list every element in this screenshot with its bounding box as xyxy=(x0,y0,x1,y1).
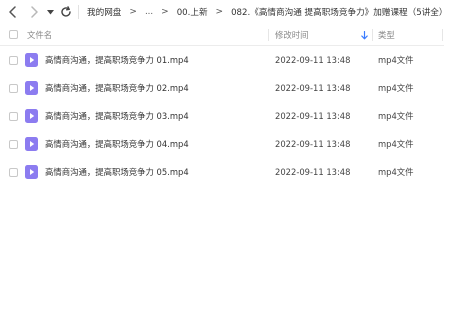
forward-button[interactable] xyxy=(26,2,42,22)
file-type: mp4文件 xyxy=(378,167,414,177)
breadcrumb-separator: > xyxy=(215,7,224,17)
file-name[interactable]: 高情商沟通，提高职场竞争力 05.mp4 xyxy=(45,158,189,186)
breadcrumb-separator: > xyxy=(129,7,137,17)
video-file-icon xyxy=(25,109,38,123)
arrow-down-icon[interactable] xyxy=(361,31,368,40)
file-type: mp4文件 xyxy=(378,55,414,65)
file-name[interactable]: 高情商沟通，提高职场竞争力 03.mp4 xyxy=(45,102,189,130)
breadcrumb-item-collapsed[interactable]: ... xyxy=(145,7,153,17)
row-checkbox[interactable] xyxy=(9,56,18,65)
column-header-type[interactable]: 类型 xyxy=(378,24,395,46)
back-button[interactable] xyxy=(5,2,21,22)
row-checkbox[interactable] xyxy=(9,84,18,93)
file-type: mp4文件 xyxy=(378,139,414,149)
breadcrumb-item-root[interactable]: 我的网盘 xyxy=(87,6,121,18)
history-dropdown-button[interactable] xyxy=(45,2,55,22)
file-modified: 2022-09-11 13:48 xyxy=(275,55,351,65)
table-row[interactable]: 高情商沟通，提高职场竞争力 02.mp4 2022-09-11 13:48 mp… xyxy=(0,74,449,102)
triangle-down-icon xyxy=(46,9,54,14)
file-modified: 2022-09-11 13:48 xyxy=(275,83,351,93)
video-file-icon xyxy=(25,165,38,179)
row-checkbox[interactable] xyxy=(9,140,18,149)
breadcrumb-item-current[interactable]: 082.《高情商沟通 提高职场竞争力》加赠课程（5讲全） xyxy=(231,6,447,18)
file-name[interactable]: 高情商沟通，提高职场竞争力 01.mp4 xyxy=(45,46,189,74)
breadcrumb: 我的网盘 > ... > 00.上新 > 082.《高情商沟通 提高职场竞争力》… xyxy=(87,2,449,22)
video-file-icon xyxy=(25,137,38,151)
column-header-name[interactable]: 文件名 xyxy=(27,24,52,46)
file-name[interactable]: 高情商沟通，提高职场竞争力 04.mp4 xyxy=(45,130,189,158)
column-header-modified[interactable]: 修改时间 xyxy=(275,24,309,46)
file-modified: 2022-09-11 13:48 xyxy=(275,167,351,177)
table-row[interactable]: 高情商沟通，提高职场竞争力 04.mp4 2022-09-11 13:48 mp… xyxy=(0,130,449,158)
toolbar: 我的网盘 > ... > 00.上新 > 082.《高情商沟通 提高职场竞争力》… xyxy=(0,0,449,24)
toolbar-divider xyxy=(78,5,79,19)
video-file-icon xyxy=(25,81,38,95)
file-type: mp4文件 xyxy=(378,83,414,93)
refresh-icon xyxy=(61,6,71,17)
file-modified: 2022-09-11 13:48 xyxy=(275,111,351,121)
file-modified: 2022-09-11 13:48 xyxy=(275,139,351,149)
breadcrumb-item-folder[interactable]: 00.上新 xyxy=(177,6,208,18)
row-checkbox[interactable] xyxy=(9,112,18,121)
breadcrumb-separator: > xyxy=(161,7,169,17)
list-edge xyxy=(444,24,449,310)
table-row[interactable]: 高情商沟通，提高职场竞争力 05.mp4 2022-09-11 13:48 mp… xyxy=(0,158,449,186)
file-name[interactable]: 高情商沟通，提高职场竞争力 02.mp4 xyxy=(45,74,189,102)
column-divider[interactable] xyxy=(372,29,373,41)
video-file-icon xyxy=(25,53,38,67)
table-row[interactable]: 高情商沟通，提高职场竞争力 03.mp4 2022-09-11 13:48 mp… xyxy=(0,102,449,130)
chevron-left-icon xyxy=(9,6,16,18)
chevron-right-icon xyxy=(31,6,38,18)
file-list: 高情商沟通，提高职场竞争力 01.mp4 2022-09-11 13:48 mp… xyxy=(0,46,449,186)
column-divider[interactable] xyxy=(268,29,269,41)
select-all-checkbox[interactable] xyxy=(9,30,18,39)
file-list-header: 文件名 修改时间 类型 xyxy=(0,24,449,46)
refresh-button[interactable] xyxy=(58,2,74,22)
file-type: mp4文件 xyxy=(378,111,414,121)
column-divider[interactable] xyxy=(442,29,443,41)
row-checkbox[interactable] xyxy=(9,168,18,177)
table-row[interactable]: 高情商沟通，提高职场竞争力 01.mp4 2022-09-11 13:48 mp… xyxy=(0,46,449,74)
